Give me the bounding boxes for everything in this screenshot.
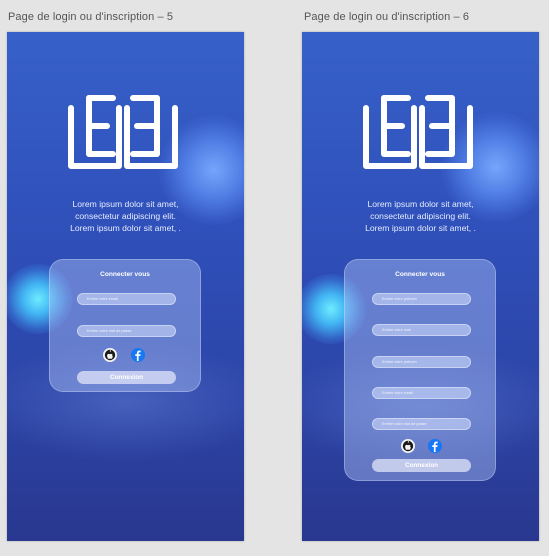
first-name-field[interactable]: Entrée votre prénom: [372, 293, 471, 305]
connexion-button[interactable]: Connexion: [372, 459, 471, 472]
artboard-login-5[interactable]: Lorem ipsum dolor sit amet, consectetur …: [7, 32, 244, 541]
email-field[interactable]: Entrée votre email: [372, 387, 471, 399]
email-field[interactable]: Entrée votre email: [77, 293, 176, 305]
last-name-field[interactable]: Entrée votre nom: [372, 324, 471, 336]
book-logo-icon: [68, 95, 178, 169]
signup-card: Connecter vous Entrée votre prénom Entré…: [344, 259, 496, 481]
tagline-line: consectetur adipiscing elit.: [370, 211, 471, 221]
apple-icon: [104, 349, 116, 361]
facebook-icon: [432, 441, 438, 452]
frame-title-6: Page de login ou d'inscription – 6: [304, 11, 470, 23]
password-field[interactable]: Entrée votre mot de passe: [77, 325, 176, 337]
connexion-button[interactable]: Connexion: [77, 371, 176, 384]
book-logo-icon: [363, 95, 473, 169]
tagline: Lorem ipsum dolor sit amet, consectetur …: [312, 198, 529, 234]
tagline-line: Lorem ipsum dolor sit amet,: [367, 199, 474, 209]
first-name-field-2[interactable]: Entrée votre prénom: [372, 356, 471, 368]
tagline-line: Lorem ipsum dolor sit amet, .: [365, 223, 476, 233]
facebook-login-button[interactable]: [131, 348, 145, 362]
tagline-line: Lorem ipsum dolor sit amet,: [72, 199, 179, 209]
artboard-login-6[interactable]: Lorem ipsum dolor sit amet, consectetur …: [302, 32, 539, 541]
facebook-icon: [135, 350, 141, 361]
card-title: Connecter vous: [395, 271, 445, 278]
facebook-login-button[interactable]: [428, 439, 442, 453]
password-field[interactable]: Entrée votre mot de passe: [372, 418, 471, 430]
tagline: Lorem ipsum dolor sit amet, consectetur …: [17, 198, 234, 234]
card-title: Connecter vous: [100, 271, 150, 278]
tagline-line: Lorem ipsum dolor sit amet, .: [70, 223, 181, 233]
tagline-line: consectetur adipiscing elit.: [75, 211, 176, 221]
frame-title-5: Page de login ou d'inscription – 5: [8, 11, 174, 23]
apple-icon: [402, 440, 414, 452]
login-card: Connecter vous Entrée votre email Entrée…: [49, 259, 201, 392]
apple-login-button[interactable]: [401, 439, 415, 453]
apple-login-button[interactable]: [103, 348, 117, 362]
